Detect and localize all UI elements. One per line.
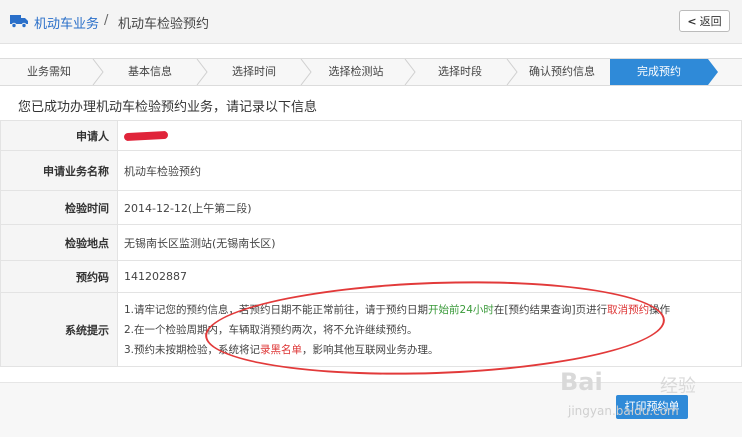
time-value: 2014-12-12(上午第二段) — [117, 190, 742, 225]
top-bar: 机动车业务 / 机动车检验预约 < 返回 — [0, 0, 742, 44]
back-button-label: 返回 — [699, 15, 722, 28]
baidu-watermark: Bai 经验 jingyan.baidu.com — [560, 368, 735, 428]
step-active-arrow-icon — [708, 59, 718, 85]
truck-icon — [10, 15, 28, 28]
step-3: 选择时间 — [232, 65, 276, 78]
table-row: 系统提示 1.请牢记您的预约信息，若预约日期不能正常前往，请于预约日期开始前24… — [0, 292, 742, 367]
step-4: 选择检测站 — [328, 65, 384, 78]
place-value: 无锡南长区监测站(无锡南长区) — [117, 224, 742, 261]
chevron-left-icon: < — [687, 14, 697, 28]
time-label: 检验时间 — [0, 190, 118, 225]
appointment-info-table: 申请人 申请业务名称 机动车检验预约 检验时间 2014-12-12(上午第二段… — [0, 120, 742, 367]
tips-value: 1.请牢记您的预约信息，若预约日期不能正常前往，请于预约日期开始前24小时在[预… — [117, 292, 742, 367]
watermark-url: jingyan.baidu.com — [568, 404, 679, 418]
step-indicator: 业务需知 基本信息 选择时间 选择检测站 选择时段 确认预约信息 完成预约 — [0, 58, 742, 86]
code-value: 141202887 — [117, 260, 742, 293]
redaction-mark — [123, 130, 169, 142]
business-label: 申请业务名称 — [0, 150, 118, 191]
watermark-logo: Bai — [560, 368, 603, 396]
breadcrumb-main[interactable]: 机动车业务 — [34, 13, 99, 32]
step-7-active: 完成预约 — [610, 59, 708, 85]
applicant-label: 申请人 — [0, 120, 118, 151]
success-headline: 您已成功办理机动车检验预约业务，请记录以下信息 — [18, 100, 318, 115]
step-6: 确认预约信息 — [529, 65, 595, 78]
tip-line-2: 2.在一个检验周期内，车辆取消预约两次，将不允许继续预约。 — [124, 323, 418, 336]
step-1: 业务需知 — [27, 65, 71, 78]
table-row: 申请人 — [0, 120, 742, 151]
table-row: 检验时间 2014-12-12(上午第二段) — [0, 190, 742, 225]
business-value: 机动车检验预约 — [117, 150, 742, 191]
applicant-value — [117, 120, 742, 151]
code-label: 预约码 — [0, 260, 118, 293]
watermark-text: 经验 — [660, 376, 696, 397]
table-row: 申请业务名称 机动车检验预约 — [0, 150, 742, 191]
tips-label: 系统提示 — [0, 292, 118, 367]
back-button[interactable]: < 返回 — [679, 10, 730, 32]
breadcrumb-separator: / — [104, 13, 109, 28]
table-row: 检验地点 无锡南长区监测站(无锡南长区) — [0, 224, 742, 261]
tip-line-1: 1.请牢记您的预约信息，若预约日期不能正常前往，请于预约日期开始前24小时在[预… — [124, 303, 671, 316]
step-5: 选择时段 — [438, 65, 482, 78]
step-2: 基本信息 — [128, 65, 172, 78]
tip-line-3: 3.预约未按期检验，系统将记录黑名单，影响其他互联网业务办理。 — [124, 343, 439, 356]
breadcrumb-current: 机动车检验预约 — [118, 17, 210, 32]
place-label: 检验地点 — [0, 224, 118, 261]
table-row: 预约码 141202887 — [0, 260, 742, 293]
